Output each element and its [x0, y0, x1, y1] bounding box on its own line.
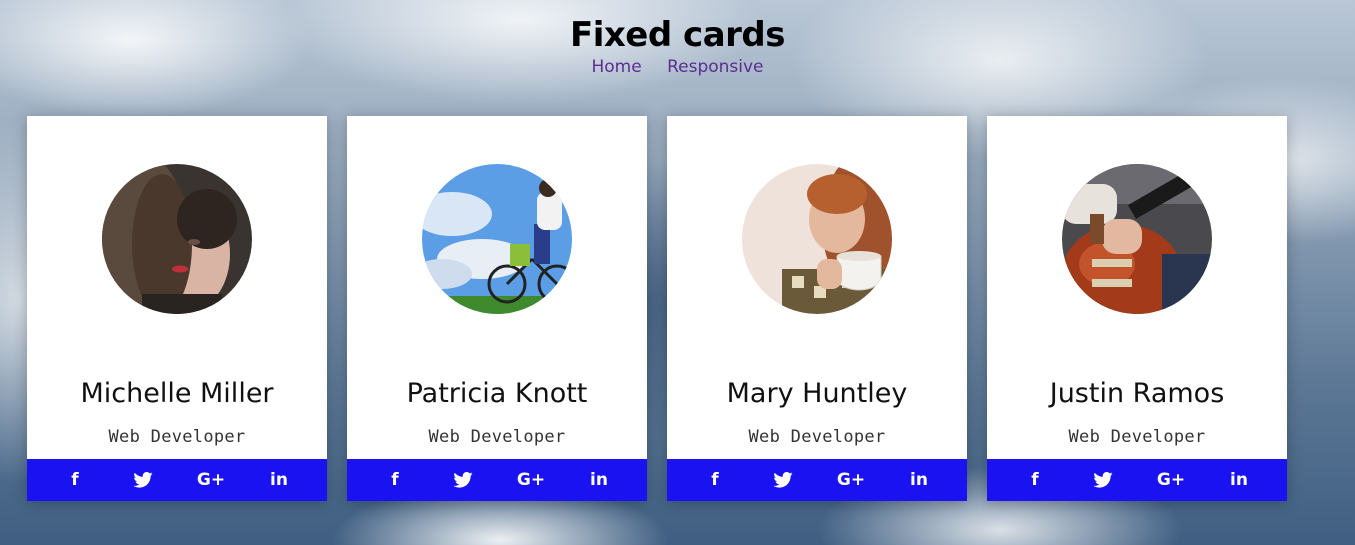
card-role: Web Developer	[748, 427, 886, 447]
google-plus-icon[interactable]: G+	[191, 459, 231, 501]
linkedin-icon[interactable]: in	[1219, 459, 1259, 501]
twitter-icon[interactable]	[1083, 459, 1123, 501]
card-name: Mary Huntley	[726, 378, 908, 409]
profile-card: Michelle Miller Web Developer f G+ in	[27, 116, 327, 501]
facebook-icon[interactable]: f	[375, 459, 415, 501]
card-name: Justin Ramos	[1049, 378, 1225, 409]
avatar	[422, 164, 572, 314]
page-header: Fixed cards Home Responsive	[0, 14, 1355, 78]
nav-link-home[interactable]: Home	[591, 57, 641, 77]
google-plus-icon[interactable]: G+	[511, 459, 551, 501]
google-plus-icon[interactable]: G+	[831, 459, 871, 501]
top-nav: Home Responsive	[0, 56, 1355, 78]
twitter-icon[interactable]	[123, 459, 163, 501]
facebook-icon[interactable]: f	[695, 459, 735, 501]
profile-card: Patricia Knott Web Developer f G+ in	[347, 116, 647, 501]
facebook-icon[interactable]: f	[1015, 459, 1055, 501]
social-bar: f G+ in	[347, 459, 647, 501]
profile-card: Justin Ramos Web Developer f G+ in	[987, 116, 1287, 501]
card-name: Michelle Miller	[80, 378, 274, 409]
linkedin-icon[interactable]: in	[579, 459, 619, 501]
social-bar: f G+ in	[667, 459, 967, 501]
avatar	[1062, 164, 1212, 314]
avatar-photo-woman-portrait	[102, 164, 252, 314]
card-name: Patricia Knott	[406, 378, 588, 409]
card-role: Web Developer	[1068, 427, 1206, 447]
social-bar: f G+ in	[987, 459, 1287, 501]
linkedin-icon[interactable]: in	[259, 459, 299, 501]
twitter-icon[interactable]	[443, 459, 483, 501]
social-bar: f G+ in	[27, 459, 327, 501]
profile-card: Mary Huntley Web Developer f G+ in	[667, 116, 967, 501]
google-plus-icon[interactable]: G+	[1151, 459, 1191, 501]
avatar	[102, 164, 252, 314]
avatar-photo-woman-coffee	[742, 164, 892, 314]
facebook-icon[interactable]: f	[55, 459, 95, 501]
card-role: Web Developer	[108, 427, 246, 447]
linkedin-icon[interactable]: in	[899, 459, 939, 501]
nav-link-responsive[interactable]: Responsive	[667, 57, 763, 77]
avatar-photo-guitar	[1062, 164, 1212, 314]
card-role: Web Developer	[428, 427, 566, 447]
page-title: Fixed cards	[570, 15, 786, 55]
avatar-photo-cyclist	[422, 164, 572, 314]
avatar	[742, 164, 892, 314]
twitter-icon[interactable]	[763, 459, 803, 501]
